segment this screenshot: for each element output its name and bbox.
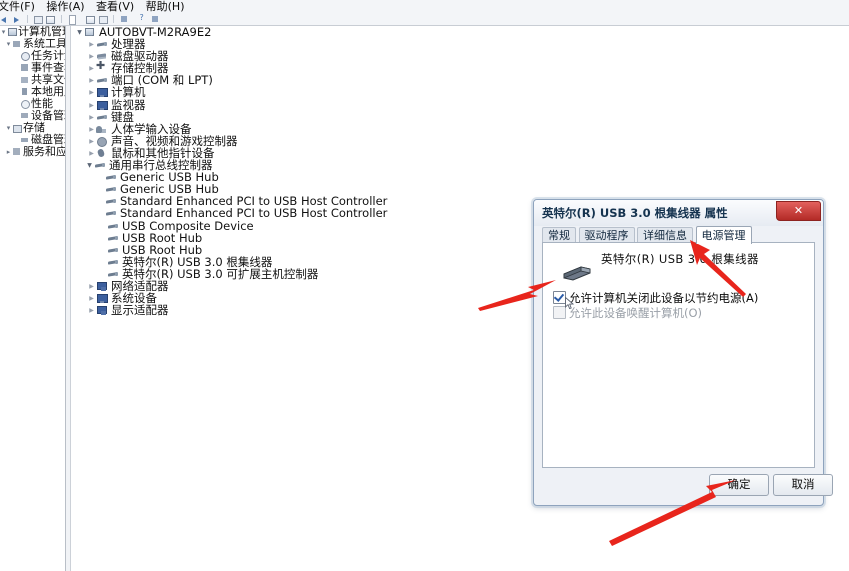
event-log-icon: [20, 63, 30, 73]
keyboard-icon: [96, 112, 109, 123]
plug-icon: [96, 39, 109, 50]
usb-device-icon: [105, 172, 118, 183]
toolbar-separator-3: [113, 15, 114, 23]
device-category-disk-drives[interactable]: ▶ 磁盘驱动器: [71, 50, 849, 62]
export-icon[interactable]: [120, 15, 129, 24]
computer-icon: [84, 27, 97, 38]
arrow-to-power-tab: [690, 240, 746, 297]
clock-icon: [20, 51, 30, 61]
menu-item-view[interactable]: 查看(V): [92, 0, 138, 14]
properties-icon[interactable]: [67, 15, 76, 25]
usb-device-icon: [105, 196, 118, 207]
system-device-icon: [96, 293, 109, 304]
refresh-icon[interactable]: [98, 15, 108, 24]
computer-icon: [7, 27, 17, 37]
usb-icon: [94, 160, 107, 171]
usb-device-icon: [105, 208, 118, 219]
users-icon: [20, 87, 30, 97]
usb-device-icon: [105, 184, 118, 195]
hid-icon: [96, 124, 109, 135]
expander-icon[interactable]: ▼: [75, 26, 84, 39]
close-icon[interactable]: ✕: [776, 201, 821, 221]
expander-icon[interactable]: ▾: [5, 38, 12, 50]
expander-icon[interactable]: ▶: [87, 86, 96, 99]
expander-icon[interactable]: ▾: [0, 26, 7, 38]
console-tree-sidebar[interactable]: ▾计算机管理(本地 ▾系统工具 任务计划程 事件查看器 共享文件夹 本地用户和 …: [0, 26, 65, 571]
port-icon: [96, 75, 109, 86]
forward-arrow-icon[interactable]: [13, 15, 22, 24]
device-category-ports[interactable]: ▶ 端口 (COM 和 LPT): [71, 74, 849, 86]
tab-power-management[interactable]: 电源管理: [695, 226, 752, 244]
monitor-icon: [96, 100, 109, 111]
expander-icon[interactable]: ▶: [87, 99, 96, 112]
scan-hardware-icon[interactable]: [151, 15, 160, 24]
toolbar-separator-2: [60, 15, 62, 23]
menu-item-help[interactable]: 帮助(H): [142, 0, 189, 14]
expander-icon[interactable]: ▶: [87, 280, 96, 293]
storage-icon: [12, 123, 22, 133]
shared-folder-icon: [20, 75, 30, 85]
cancel-button[interactable]: 取消: [773, 474, 833, 496]
dialog-tab-strip: 常规 驱动程序 详细信息 电源管理: [542, 226, 815, 244]
tools-folder-icon: [12, 39, 22, 49]
expander-icon[interactable]: ▶: [87, 135, 96, 148]
computer-node-icon: [96, 87, 109, 98]
window-icon[interactable]: [46, 15, 55, 24]
expander-icon[interactable]: ▸: [5, 146, 12, 158]
device-properties-dialog: 英特尔(R) USB 3.0 根集线器 属性 ✕ 常规 驱动程序 详细信息 电源…: [533, 199, 833, 506]
performance-icon: [20, 99, 30, 109]
expander-icon[interactable]: ▶: [87, 62, 96, 75]
toolbar-separator-1: [27, 15, 28, 23]
network-icon: [96, 281, 109, 292]
sidebar-item-services-and-applications[interactable]: ▸ 服务和应用程: [0, 146, 65, 158]
sound-icon: [96, 136, 109, 147]
dialog-title: 英特尔(R) USB 3.0 根集线器 属性: [542, 206, 728, 220]
expander-icon[interactable]: ▶: [87, 123, 96, 136]
device-category-processors[interactable]: ▶ 处理器: [71, 38, 849, 50]
device-category-computer[interactable]: ▶ 计算机: [71, 86, 849, 98]
menu-item-action[interactable]: 操作(A): [42, 0, 88, 14]
disk-icon: [20, 135, 30, 145]
arrow-to-ok-button: [609, 480, 736, 546]
display-adapter-icon: [96, 305, 109, 316]
usb-device-icon: [563, 266, 591, 281]
expander-icon[interactable]: ▾: [5, 122, 12, 134]
allow-wake-label: 允许此设备唤醒计算机(O): [569, 306, 703, 320]
usb-device-icon: [107, 257, 120, 268]
dialog-title-bar[interactable]: 英特尔(R) USB 3.0 根集线器 属性 ✕: [534, 200, 823, 226]
device-tree-root[interactable]: ▼ AUTOBVT-M2RA9E2: [71, 26, 849, 38]
arrow-to-checkbox: [478, 280, 556, 311]
sidebar-item-label: 服务和应用程: [23, 145, 65, 158]
expander-icon[interactable]: ▶: [87, 304, 96, 317]
menu-item-file[interactable]: 文件(F): [0, 0, 39, 14]
device-node-label: 显示适配器: [111, 303, 169, 318]
power-management-tab-page: 英特尔(R) USB 3.0 根集线器 允许计算机关闭此设备以节约电源(A) 允…: [542, 242, 815, 468]
allow-wake-checkbox-row: 允许此设备唤醒计算机(O): [553, 305, 702, 321]
menu-bar: 文件(F) 操作(A) 查看(V) 帮助(H): [0, 0, 849, 14]
expander-icon[interactable]: ▶: [87, 292, 96, 305]
usb-device-icon: [107, 245, 120, 256]
expander-icon[interactable]: ▼: [85, 159, 94, 172]
expander-icon[interactable]: ▶: [87, 111, 96, 124]
expander-icon[interactable]: ▶: [87, 38, 96, 51]
services-icon: [12, 147, 22, 157]
usb-device-icon: [107, 233, 120, 244]
storage-controller-icon: [96, 60, 109, 74]
back-arrow-icon[interactable]: [0, 15, 9, 24]
toolbar: [0, 14, 849, 26]
expander-icon[interactable]: ▶: [87, 147, 96, 160]
expander-icon[interactable]: ▶: [87, 50, 96, 63]
up-folder-icon[interactable]: [33, 15, 43, 24]
device-manager-icon: [20, 111, 30, 121]
list-view-icon[interactable]: [86, 15, 95, 24]
mouse-icon: [96, 148, 109, 159]
usb-device-icon: [107, 221, 120, 232]
mouse-cursor-icon: [565, 297, 574, 310]
expander-icon[interactable]: ▶: [87, 74, 96, 87]
device-category-monitors[interactable]: ▶ 监视器: [71, 99, 849, 111]
help-icon[interactable]: [139, 14, 148, 24]
